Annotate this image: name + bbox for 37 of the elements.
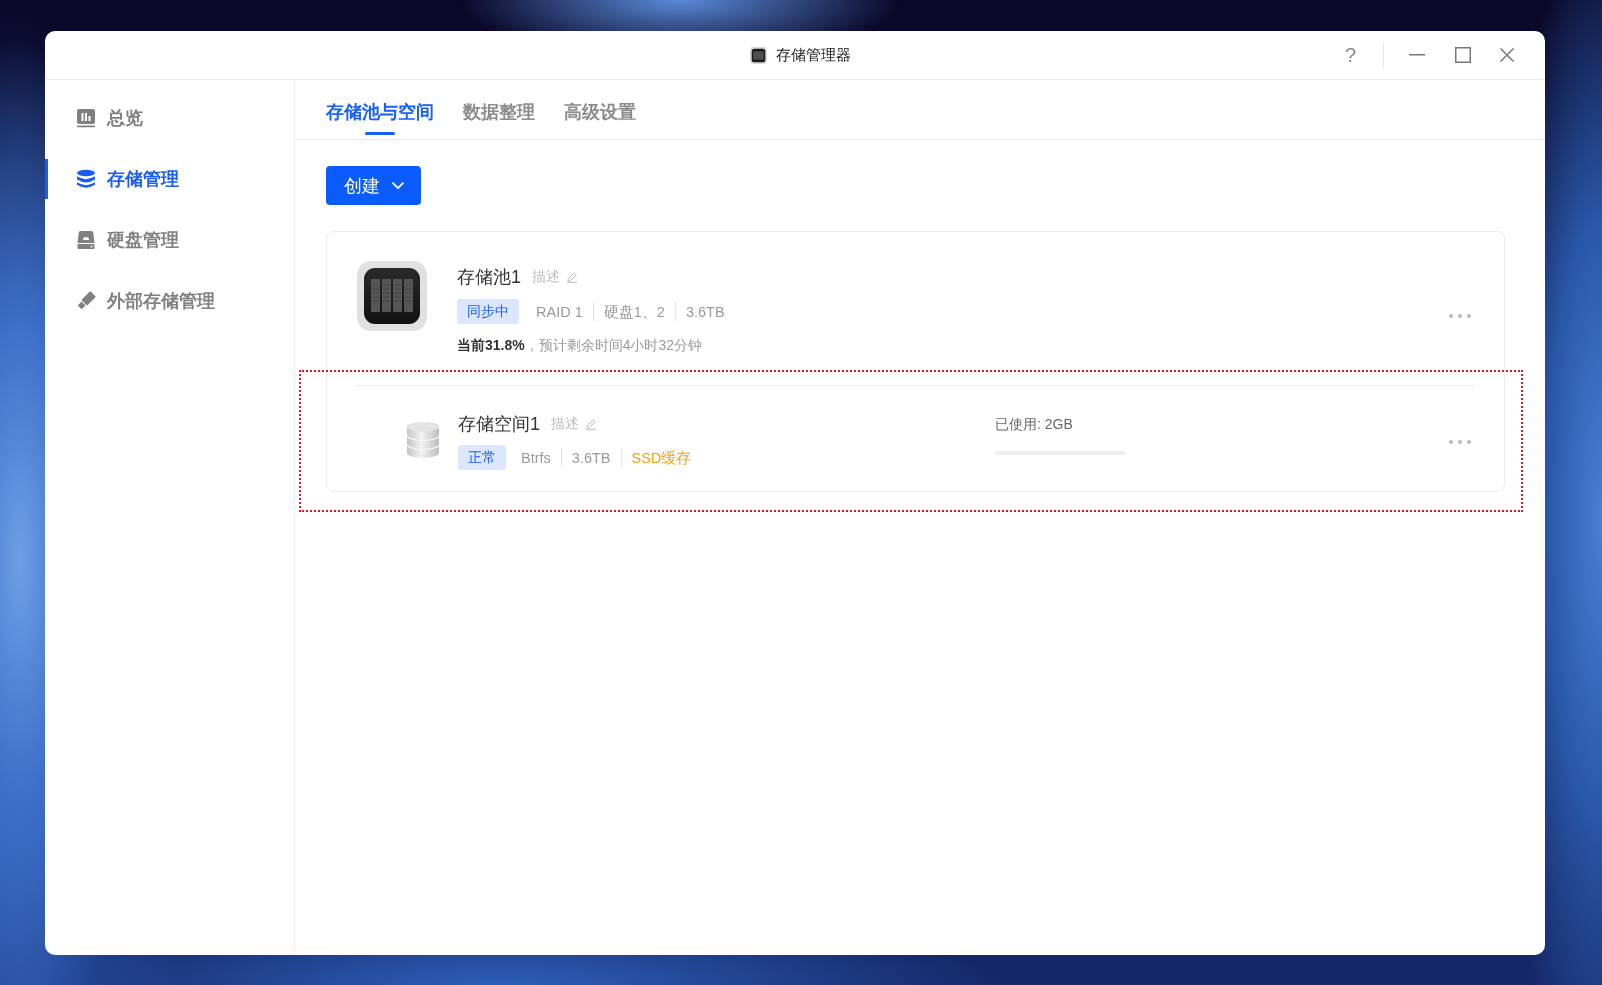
minimize-icon[interactable]	[1409, 54, 1425, 56]
detail-text: RAID 1	[536, 302, 583, 321]
detail-text: 3.6TB	[571, 448, 611, 467]
pool-name: 存储池1	[457, 266, 521, 289]
status-tag: 正常	[458, 445, 506, 470]
sidebar-item[interactable]: 存储管理	[45, 159, 294, 199]
sidebar-item[interactable]: 硬盘管理	[45, 220, 294, 260]
progress-text: 当前31.8%，预计剩余时间4小时32分钟	[457, 336, 704, 355]
window-title: 存储管理器	[775, 45, 851, 65]
tab[interactable]: 高级设置	[564, 80, 636, 139]
pencil-icon	[566, 271, 578, 283]
tab[interactable]: 存储池与空间	[326, 80, 434, 139]
create-button[interactable]: 创建	[326, 166, 421, 205]
database-icon	[406, 422, 440, 458]
more-icon[interactable]	[1449, 314, 1471, 318]
detail-text: 硬盘1、2	[603, 302, 665, 321]
help-button[interactable]: ?	[1344, 43, 1356, 67]
chart-icon	[76, 108, 96, 128]
detail-text: 3.6TB	[685, 302, 725, 321]
detail-text: SSD缓存	[631, 448, 692, 467]
usb-drive-icon	[76, 291, 96, 311]
space-name: 存储空间1	[458, 413, 540, 436]
status-tag: 同步中	[457, 299, 519, 324]
detail-text: Btrfs	[521, 448, 551, 467]
hard-drive-icon	[76, 230, 96, 250]
close-icon[interactable]	[1500, 48, 1514, 62]
nas-device-icon	[357, 261, 427, 331]
caret-icon	[391, 181, 404, 190]
usage-label: 已使用: 2GB	[995, 415, 1074, 434]
nas-device-icon	[749, 46, 767, 64]
sidebar-item[interactable]: 外部存储管理	[45, 281, 294, 321]
tab[interactable]: 数据整理	[463, 80, 535, 139]
database-icon	[76, 169, 96, 189]
sidebar-item[interactable]: 总览	[45, 98, 294, 138]
more-icon[interactable]	[1449, 440, 1471, 444]
pencil-icon	[585, 418, 597, 430]
maximize-icon[interactable]	[1455, 47, 1471, 63]
